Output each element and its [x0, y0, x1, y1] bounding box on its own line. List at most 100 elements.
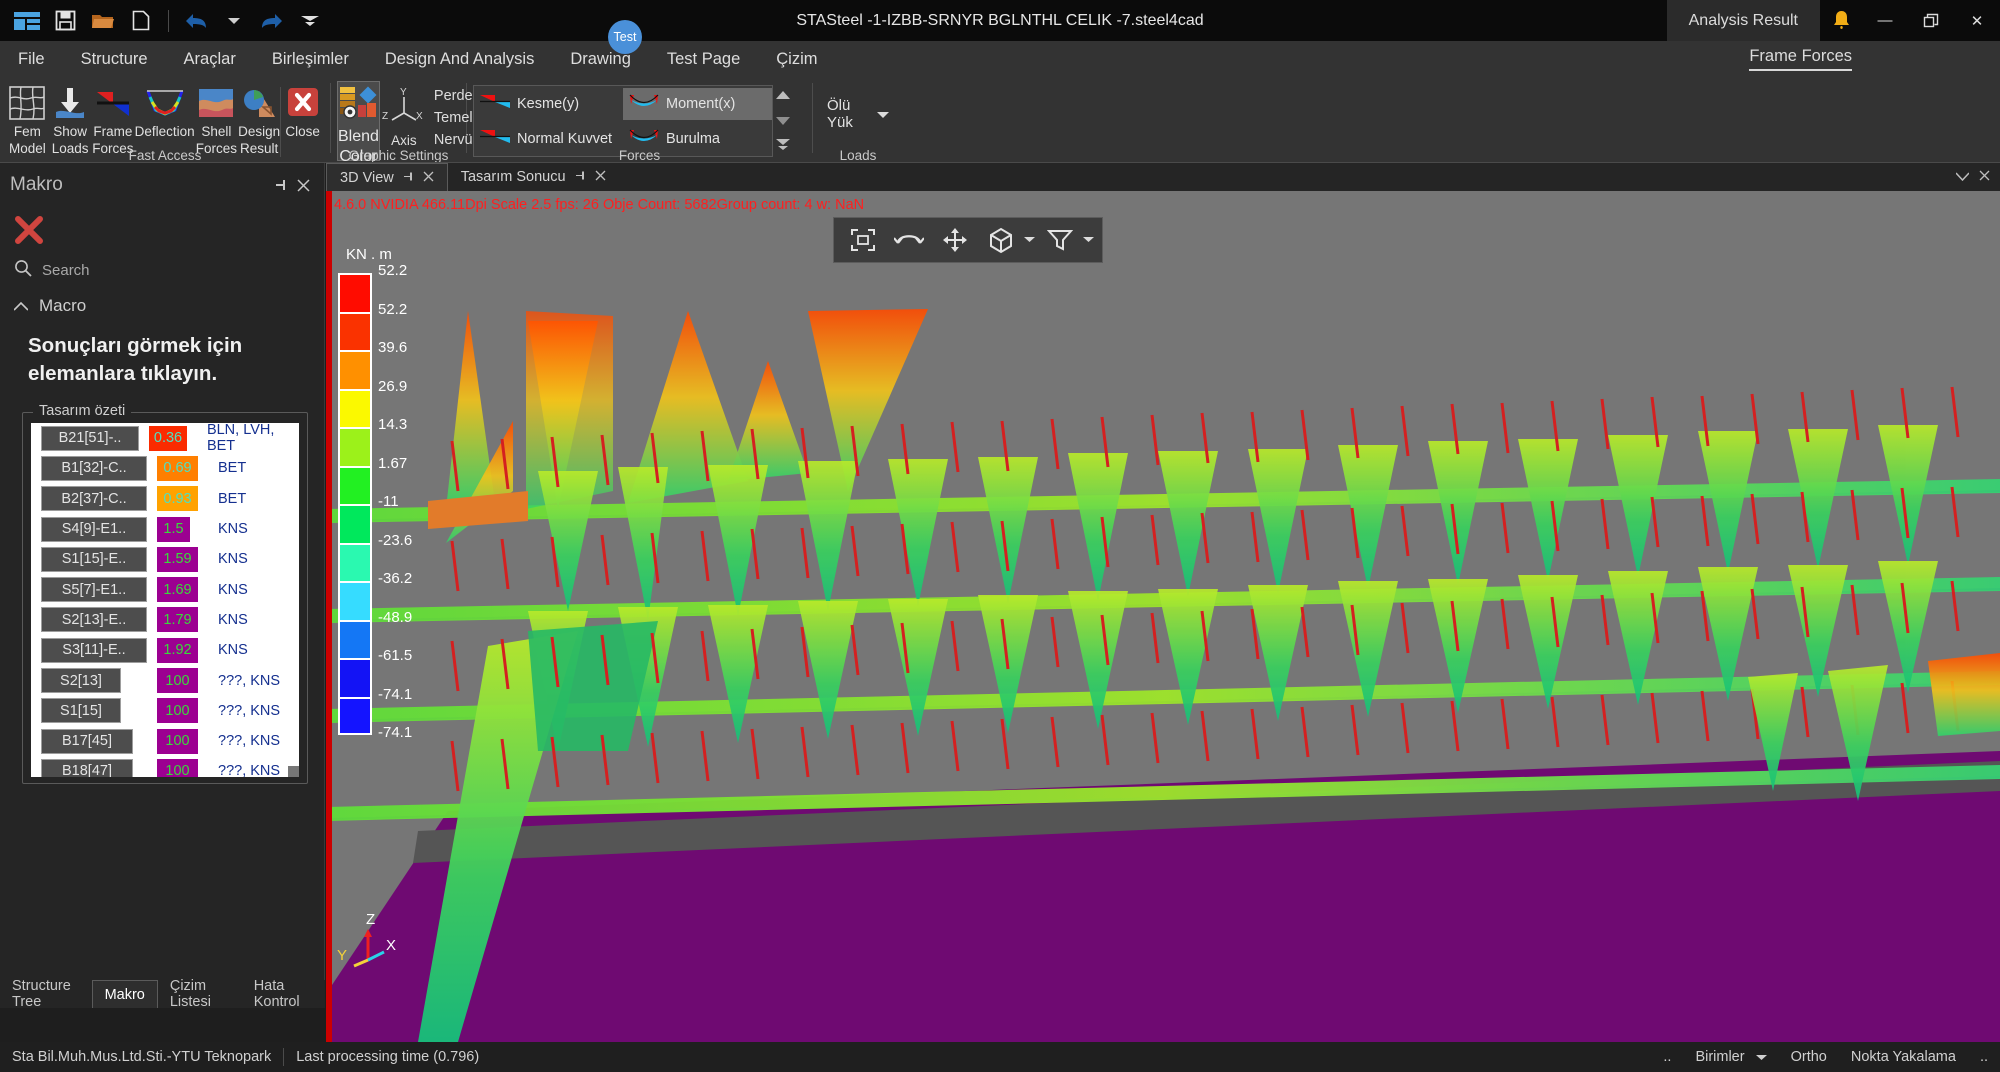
red-x-icon[interactable]	[12, 213, 46, 247]
tab-list-icon[interactable]	[1956, 170, 1969, 184]
table-row[interactable]: S3[11]-E.. 1.92 KNS	[31, 635, 299, 665]
row-name-button[interactable]: S4[9]-E1..	[41, 517, 147, 542]
close-icon[interactable]	[595, 170, 606, 184]
legend-tick: 26.9	[378, 377, 468, 416]
customize-qat-icon[interactable]	[291, 4, 329, 38]
macro-panel: Makro Search	[0, 163, 325, 1008]
filter-chevron-down-icon[interactable]	[1083, 235, 1094, 246]
tab-makro[interactable]: Makro	[92, 980, 158, 1008]
table-row[interactable]: B1[32]-C.. 0.69 BET	[31, 453, 299, 483]
design-result-button[interactable]: Design Result	[238, 81, 281, 156]
search-input[interactable]: Search	[42, 262, 90, 279]
menu-item-design-and-analysis[interactable]: Design And Analysis	[367, 41, 553, 77]
close-icon[interactable]	[292, 174, 314, 196]
force-item-kesme-y[interactable]: Kesme(y)	[474, 88, 623, 120]
table-row[interactable]: B2[37]-C.. 0.93 BET	[31, 484, 299, 514]
row-name-button[interactable]: S2[13]-E..	[41, 607, 147, 632]
macro-search-row[interactable]: Search	[0, 253, 324, 288]
table-row[interactable]: S1[15] 100 ???, KNS	[31, 696, 299, 726]
shell-forces-button[interactable]: Shell Forces	[195, 81, 238, 156]
design-summary-list[interactable]: B21[51]-.. 0.36 BLN, LVH, BET B1[32]-C..…	[31, 423, 299, 777]
menu-item-araclar[interactable]: Araçlar	[166, 41, 254, 77]
table-row[interactable]: S5[7]-E1.. 1.69 KNS	[31, 574, 299, 604]
table-row[interactable]: S2[13] 100 ???, KNS	[31, 665, 299, 695]
table-row[interactable]: S4[9]-E1.. 1.5 KNS	[31, 514, 299, 544]
status-misc[interactable]: ..	[1651, 1049, 1683, 1065]
frame-forces-button[interactable]: Frame Forces	[91, 81, 134, 156]
menu-item-structure[interactable]: Structure	[63, 41, 166, 77]
deflection-button[interactable]: Deflection	[134, 81, 195, 139]
filter-icon[interactable]	[1039, 221, 1081, 259]
status-snap-button[interactable]: Nokta Yakalama	[1839, 1049, 1968, 1065]
close-button[interactable]: ✕	[1954, 0, 2000, 41]
forces-scroll-down-icon[interactable]	[775, 113, 791, 131]
tab-3d-view[interactable]: 3D View	[326, 163, 448, 191]
menu-item-test-page[interactable]: Test Page	[649, 41, 758, 77]
row-name-button[interactable]: S1[15]	[41, 698, 121, 723]
status-units-button[interactable]: Birimler	[1683, 1049, 1778, 1065]
undo-icon[interactable]	[177, 4, 215, 38]
row-name-button[interactable]: S5[7]-E1..	[41, 577, 147, 602]
load-case-combo[interactable]: Ölü Yük	[819, 95, 897, 133]
maximize-button[interactable]	[1908, 0, 1954, 41]
3d-scene[interactable]	[328, 191, 2000, 1042]
tab-frame-forces[interactable]: Frame Forces	[1749, 41, 1852, 77]
pin-icon[interactable]	[403, 171, 414, 185]
forces-listbox[interactable]: Kesme(y) Moment(x)	[473, 85, 773, 157]
zoom-extents-icon[interactable]	[842, 221, 884, 259]
moment-diagram-icon	[629, 93, 659, 114]
legend-cell	[338, 466, 372, 505]
fem-model-button[interactable]: Fem Model	[6, 81, 49, 156]
analysis-result-tab[interactable]: Analysis Result	[1667, 0, 1820, 41]
show-loads-button[interactable]: Show Loads	[49, 81, 92, 156]
tab-cizim-listesi[interactable]: Çizim Listesi	[158, 980, 242, 1008]
status-misc-right[interactable]: ..	[1968, 1049, 2000, 1065]
pin-icon[interactable]	[575, 170, 586, 184]
pin-icon[interactable]	[270, 174, 292, 196]
row-name-button[interactable]: S1[15]-E..	[41, 547, 147, 572]
table-row[interactable]: S1[15]-E.. 1.59 KNS	[31, 544, 299, 574]
undo-dropdown-icon[interactable]	[215, 4, 253, 38]
3d-viewport[interactable]: 4.6.0 NVIDIA 466.11Dpi Scale 2.5 fps: 26…	[326, 191, 2000, 1042]
chevron-down-icon	[1756, 1049, 1767, 1065]
row-name-button[interactable]: S3[11]-E..	[41, 638, 147, 663]
row-name-button[interactable]: B18[47]	[41, 759, 133, 777]
app-logo-icon[interactable]	[8, 4, 46, 38]
tab-close-all-icon[interactable]	[1979, 170, 1990, 184]
close-icon[interactable]	[423, 171, 434, 185]
row-name-button[interactable]: B1[32]-C..	[41, 456, 147, 481]
open-folder-icon[interactable]	[84, 4, 122, 38]
table-row[interactable]: B18[47] 100 ???, KNS	[31, 756, 299, 777]
list-scroll-corner[interactable]	[288, 766, 299, 777]
redo-icon[interactable]	[253, 4, 291, 38]
row-name-button[interactable]: B17[45]	[41, 729, 133, 754]
box-view-icon[interactable]	[980, 221, 1022, 259]
menu-item-file[interactable]: File	[0, 41, 63, 77]
row-name-button[interactable]: S2[13]	[41, 668, 121, 693]
orbit-icon[interactable]	[888, 221, 930, 259]
box-view-chevron-down-icon[interactable]	[1024, 235, 1035, 246]
axis-button[interactable]: Y Z X Axis	[380, 81, 428, 148]
new-document-icon[interactable]	[122, 4, 160, 38]
bell-icon[interactable]	[1820, 0, 1862, 41]
forces-scroll-up-icon[interactable]	[775, 87, 791, 105]
test-badge[interactable]: Test	[608, 20, 642, 54]
legend-cell	[338, 504, 372, 543]
menu-item-cizim[interactable]: Çizim	[758, 41, 835, 77]
table-row[interactable]: S2[13]-E.. 1.79 KNS	[31, 605, 299, 635]
table-row[interactable]: B17[45] 100 ???, KNS	[31, 726, 299, 756]
tab-structure-tree[interactable]: Structure Tree	[0, 980, 92, 1008]
close-button-ribbon[interactable]: Close	[281, 81, 324, 139]
table-row[interactable]: B21[51]-.. 0.36 BLN, LVH, BET	[31, 423, 299, 453]
force-item-moment-x[interactable]: Moment(x)	[623, 88, 772, 120]
row-name-button[interactable]: B21[51]-..	[41, 426, 139, 451]
pan-icon[interactable]	[934, 221, 976, 259]
macro-section-header[interactable]: Macro	[0, 288, 324, 320]
row-name-button[interactable]: B2[37]-C..	[41, 486, 147, 511]
save-icon[interactable]	[46, 4, 84, 38]
minimize-button[interactable]: —	[1862, 0, 1908, 41]
tab-hata-kontrol[interactable]: Hata Kontrol	[242, 980, 325, 1008]
status-ortho-button[interactable]: Ortho	[1779, 1049, 1839, 1065]
tab-tasarim-sonucu[interactable]: Tasarım Sonucu	[448, 163, 619, 191]
menu-item-birlesimler[interactable]: Birleşimler	[254, 41, 367, 77]
